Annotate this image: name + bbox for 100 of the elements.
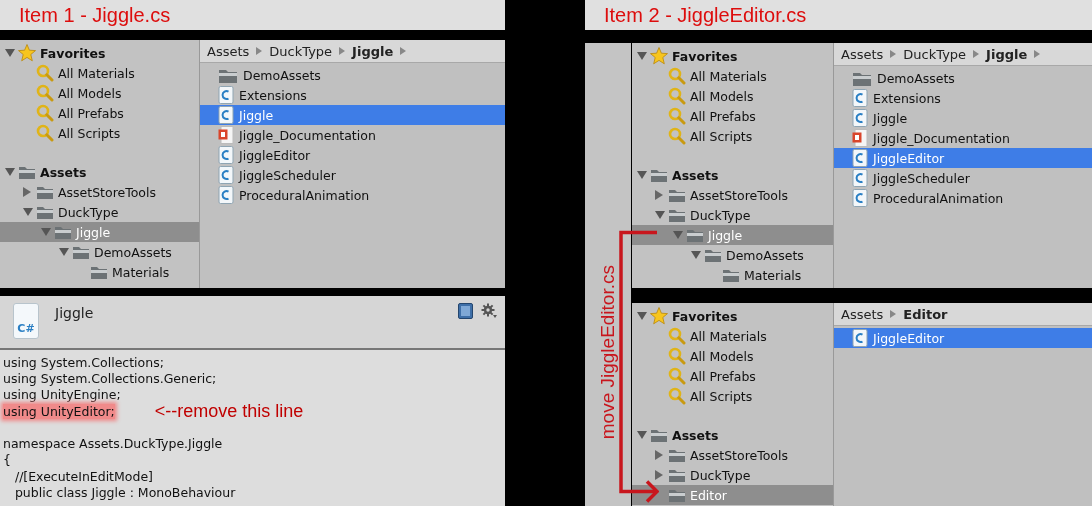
search-icon (668, 327, 686, 345)
script-file-icon (852, 149, 868, 167)
search-icon (668, 67, 686, 85)
search-icon (668, 107, 686, 125)
breadcrumb-more-icon[interactable] (400, 47, 407, 55)
tree-item[interactable]: Favorites (632, 306, 833, 326)
collapsed-arrow-icon[interactable] (23, 187, 31, 197)
tree-item[interactable]: Materials (632, 265, 833, 285)
tree-item[interactable]: Favorites (632, 46, 833, 66)
expanded-arrow-icon[interactable] (637, 171, 647, 179)
folder-icon (36, 184, 54, 200)
document-file-icon (852, 129, 868, 147)
expanded-arrow-icon[interactable] (691, 251, 701, 259)
tree-item[interactable]: AssetStoreTools (632, 445, 833, 465)
help-book-icon[interactable] (458, 303, 473, 319)
tree-item[interactable]: All Scripts (0, 123, 199, 143)
file-item[interactable]: JiggleEditor (834, 328, 1092, 348)
file-item[interactable]: DemoAssets (834, 68, 1092, 88)
star-icon (650, 307, 668, 325)
expanded-arrow-icon[interactable] (637, 431, 647, 439)
tree-item[interactable]: All Models (632, 86, 833, 106)
breadcrumb-more-icon[interactable] (1034, 50, 1041, 58)
tree-item[interactable]: AssetStoreTools (632, 185, 833, 205)
tree-item[interactable]: DuckType (0, 202, 199, 222)
expanded-arrow-icon[interactable] (637, 52, 647, 60)
file-item[interactable]: Jiggle_Documentation (834, 128, 1092, 148)
tree-item[interactable]: All Scripts (632, 126, 833, 146)
file-item[interactable]: Jiggle (834, 108, 1092, 128)
script-file-icon (852, 169, 868, 187)
search-icon (668, 127, 686, 145)
breadcrumb-item[interactable]: Assets (841, 306, 884, 322)
breadcrumb-item[interactable]: Editor (903, 306, 948, 322)
breadcrumb-item[interactable]: Assets (841, 46, 884, 62)
script-file-icon (218, 86, 234, 104)
tree-item[interactable]: Assets (632, 425, 833, 445)
breadcrumb-separator-icon (973, 50, 980, 58)
tree-item[interactable]: All Materials (0, 63, 199, 83)
search-icon (36, 104, 54, 122)
search-icon (36, 84, 54, 102)
folder-icon (704, 247, 722, 263)
breadcrumb-separator-icon (890, 50, 897, 58)
file-item[interactable]: JiggleEditor (834, 148, 1092, 168)
collapsed-arrow-icon[interactable] (655, 190, 663, 200)
tree-item[interactable]: AssetStoreTools (0, 182, 199, 202)
code-line: { (3, 452, 11, 468)
tree-item[interactable]: All Materials (632, 66, 833, 86)
folder-icon (90, 264, 108, 280)
expanded-arrow-icon[interactable] (5, 49, 15, 57)
file-item[interactable]: ProceduralAnimation (200, 185, 505, 205)
tree-item[interactable]: All Scripts (632, 386, 833, 406)
file-item[interactable]: JiggleEditor (200, 145, 505, 165)
file-item[interactable]: DemoAssets (200, 65, 505, 85)
expanded-arrow-icon[interactable] (23, 208, 33, 216)
file-item[interactable]: JiggleScheduler (200, 165, 505, 185)
file-item[interactable]: JiggleScheduler (834, 168, 1092, 188)
collapsed-arrow-icon[interactable] (655, 450, 663, 460)
breadcrumb-item[interactable]: Jiggle (352, 43, 394, 59)
script-file-icon (852, 189, 868, 207)
breadcrumb-separator-icon (339, 47, 346, 55)
breadcrumb-separator-icon (256, 47, 263, 55)
expanded-arrow-icon[interactable] (637, 312, 647, 320)
tree-item[interactable]: All Models (632, 346, 833, 366)
tree-item[interactable]: DemoAssets (632, 245, 833, 265)
file-item[interactable]: Jiggle (200, 105, 505, 125)
file-item[interactable]: Jiggle_Documentation (200, 125, 505, 145)
search-icon (668, 347, 686, 365)
expanded-arrow-icon[interactable] (673, 231, 683, 239)
expanded-arrow-icon[interactable] (5, 168, 15, 176)
annotation-text: move JiggleEditor.cs (597, 265, 619, 440)
tree-item[interactable]: Favorites (0, 43, 199, 63)
tree-item[interactable]: All Prefabs (0, 103, 199, 123)
tree-item[interactable]: All Prefabs (632, 366, 833, 386)
breadcrumb-item[interactable]: Jiggle (986, 46, 1028, 62)
folder-icon (668, 487, 686, 503)
code-line: //[ExecuteInEditMode] (13, 468, 153, 484)
caption: Item 2 - JiggleEditor.cs (603, 3, 807, 27)
file-item[interactable]: ProceduralAnimation (834, 188, 1092, 208)
search-icon (36, 64, 54, 82)
tree-item[interactable]: DuckType (632, 465, 833, 485)
folder-icon (668, 447, 686, 463)
expanded-arrow-icon[interactable] (655, 211, 665, 219)
tree-item[interactable]: Assets (632, 165, 833, 185)
tree-item[interactable]: DemoAssets (0, 242, 199, 262)
breadcrumb-item[interactable]: Assets (207, 43, 250, 59)
settings-icon[interactable] (481, 303, 497, 319)
tree-item[interactable]: All Prefabs (632, 106, 833, 126)
file-item[interactable]: Extensions (200, 85, 505, 105)
expanded-arrow-icon[interactable] (41, 228, 51, 236)
tree-item[interactable]: Assets (0, 162, 199, 182)
tree-item[interactable]: All Materials (632, 326, 833, 346)
expanded-arrow-icon[interactable] (59, 248, 69, 256)
tree-item[interactable]: DuckType (632, 205, 833, 225)
file-item[interactable]: Extensions (834, 88, 1092, 108)
breadcrumb-item[interactable]: DuckType (903, 46, 967, 62)
tree-item[interactable]: Materials (0, 262, 199, 282)
folder-icon (650, 427, 668, 443)
breadcrumb-item[interactable]: DuckType (269, 43, 333, 59)
collapsed-arrow-icon[interactable] (655, 470, 663, 480)
tree-item[interactable]: All Models (0, 83, 199, 103)
inspector-title: Jiggle (55, 305, 94, 321)
